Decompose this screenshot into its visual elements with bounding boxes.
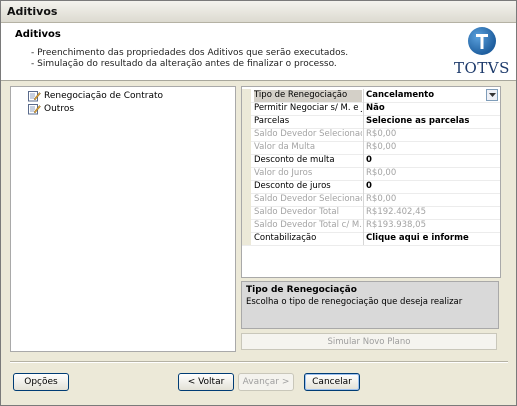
property-value[interactable]: Cancelamento: [366, 90, 498, 102]
property-value: R$0,00: [366, 194, 397, 204]
column-divider: [363, 232, 364, 245]
row-gutter: [242, 232, 251, 245]
tree-item-label: Outros: [44, 103, 75, 114]
row-gutter: [242, 115, 251, 128]
property-label: Saldo Devedor Selecionado: [254, 129, 362, 139]
property-row-saldo-devedor-selecionado: Saldo Devedor Selecionado R$0,00: [242, 128, 500, 142]
row-gutter: [242, 180, 251, 193]
property-label: Tipo de Renegociação: [254, 90, 362, 102]
dropdown-button[interactable]: [486, 89, 498, 101]
edit-icon: [28, 90, 41, 101]
column-divider: [363, 193, 364, 206]
column-divider: [363, 128, 364, 141]
column-divider: [363, 180, 364, 193]
simulate-plan-button[interactable]: Simular Novo Plano: [241, 333, 497, 350]
window-title: Aditivos: [7, 5, 58, 18]
property-value: R$192.402,45: [366, 207, 426, 217]
property-row-valor-juros: Valor do Juros R$0,00: [242, 167, 500, 181]
row-gutter: [242, 206, 251, 219]
tree-item-outros[interactable]: Outros: [28, 102, 74, 115]
row-gutter: [242, 193, 251, 206]
property-label: Saldo Devedor Total: [254, 207, 339, 217]
column-divider: [363, 102, 364, 115]
row-gutter: [242, 167, 251, 180]
property-row-desconto-juros[interactable]: Desconto de juros 0: [242, 180, 500, 194]
totvs-logo-text: TOTVS: [454, 59, 510, 77]
help-description: Escolha o tipo de renegociação que desej…: [246, 297, 463, 307]
column-divider: [363, 141, 364, 154]
column-divider: [363, 167, 364, 180]
column-divider: [363, 219, 364, 232]
aditivos-window: Aditivos Aditivos - Preenchimento das pr…: [0, 0, 517, 406]
property-label: Saldo Devedor Total c/ M. e: [254, 220, 362, 230]
row-gutter: [242, 219, 251, 232]
property-value[interactable]: Clique aqui e informe: [366, 233, 498, 245]
options-button[interactable]: Opções: [13, 373, 69, 391]
property-row-contabilizacao[interactable]: Contabilização Clique aqui e informe: [242, 232, 500, 246]
next-button[interactable]: Avançar >: [238, 373, 294, 391]
property-value: R$0,00: [366, 129, 397, 139]
property-row-parcelas[interactable]: Parcelas Selecione as parcelas: [242, 115, 500, 129]
row-gutter: [242, 89, 251, 102]
row-gutter: [242, 128, 251, 141]
property-row-valor-multa: Valor da Multa R$0,00: [242, 141, 500, 155]
property-value: R$193.938,05: [366, 220, 426, 230]
edit-icon: [28, 103, 41, 114]
property-row-saldo-devedor-selecionado-c: Saldo Devedor Selecionado c/ R$0,00: [242, 193, 500, 207]
wizard-header: Aditivos - Preenchimento das propriedade…: [1, 23, 516, 81]
header-title: Aditivos: [15, 29, 61, 40]
chevron-down-icon: [488, 92, 496, 97]
back-button[interactable]: < Voltar: [178, 373, 234, 391]
property-grid[interactable]: Tipo de Renegociação Cancelamento Permit…: [241, 86, 501, 278]
property-label: Desconto de multa: [254, 155, 335, 165]
property-label: Desconto de juros: [254, 181, 331, 191]
title-bar: Aditivos: [1, 1, 516, 23]
property-value: R$0,00: [366, 168, 397, 178]
property-value[interactable]: Não: [366, 103, 498, 115]
header-line-2: - Simulação do resultado da alteração an…: [31, 59, 337, 69]
row-gutter: [242, 102, 251, 115]
totvs-logo-icon: [468, 27, 496, 55]
property-value[interactable]: Selecione as parcelas: [366, 116, 498, 128]
property-label: Saldo Devedor Selecionado c/: [254, 194, 362, 204]
property-row-saldo-devedor-total: Saldo Devedor Total R$192.402,45: [242, 206, 500, 220]
property-row-permitir-negociar[interactable]: Permitir Negociar s/ M. e J. Não: [242, 102, 500, 116]
aditivos-tree[interactable]: Renegociação de Contrato Outros: [10, 86, 236, 352]
column-divider: [363, 115, 364, 128]
header-line-1: - Preenchimento das propriedades dos Adi…: [31, 48, 349, 58]
tree-item-label: Renegociação de Contrato: [44, 90, 164, 101]
property-value: R$0,00: [366, 142, 397, 152]
property-row-saldo-devedor-total-c: Saldo Devedor Total c/ M. e R$193.938,05: [242, 219, 500, 233]
property-help-box: Tipo de Renegociação Escolha o tipo de r…: [241, 281, 499, 329]
property-label: Valor do Juros: [254, 168, 313, 178]
column-divider: [363, 206, 364, 219]
help-title: Tipo de Renegociação: [246, 285, 357, 295]
property-label: Permitir Negociar s/ M. e J.: [254, 103, 362, 113]
column-divider: [363, 154, 364, 167]
cancel-button[interactable]: Cancelar: [304, 373, 360, 391]
row-gutter: [242, 154, 251, 167]
property-value[interactable]: 0: [366, 181, 498, 193]
footer-divider: [10, 361, 508, 362]
row-gutter: [242, 141, 251, 154]
column-divider: [363, 89, 364, 102]
property-row-desconto-multa[interactable]: Desconto de multa 0: [242, 154, 500, 168]
property-label: Parcelas: [254, 116, 290, 126]
property-label: Valor da Multa: [254, 142, 316, 152]
tree-item-renegociacao[interactable]: Renegociação de Contrato: [28, 89, 163, 102]
property-row-tipo-renegociacao[interactable]: Tipo de Renegociação Cancelamento: [242, 89, 500, 103]
property-label: Contabilização: [254, 233, 317, 243]
property-value[interactable]: 0: [366, 155, 498, 167]
